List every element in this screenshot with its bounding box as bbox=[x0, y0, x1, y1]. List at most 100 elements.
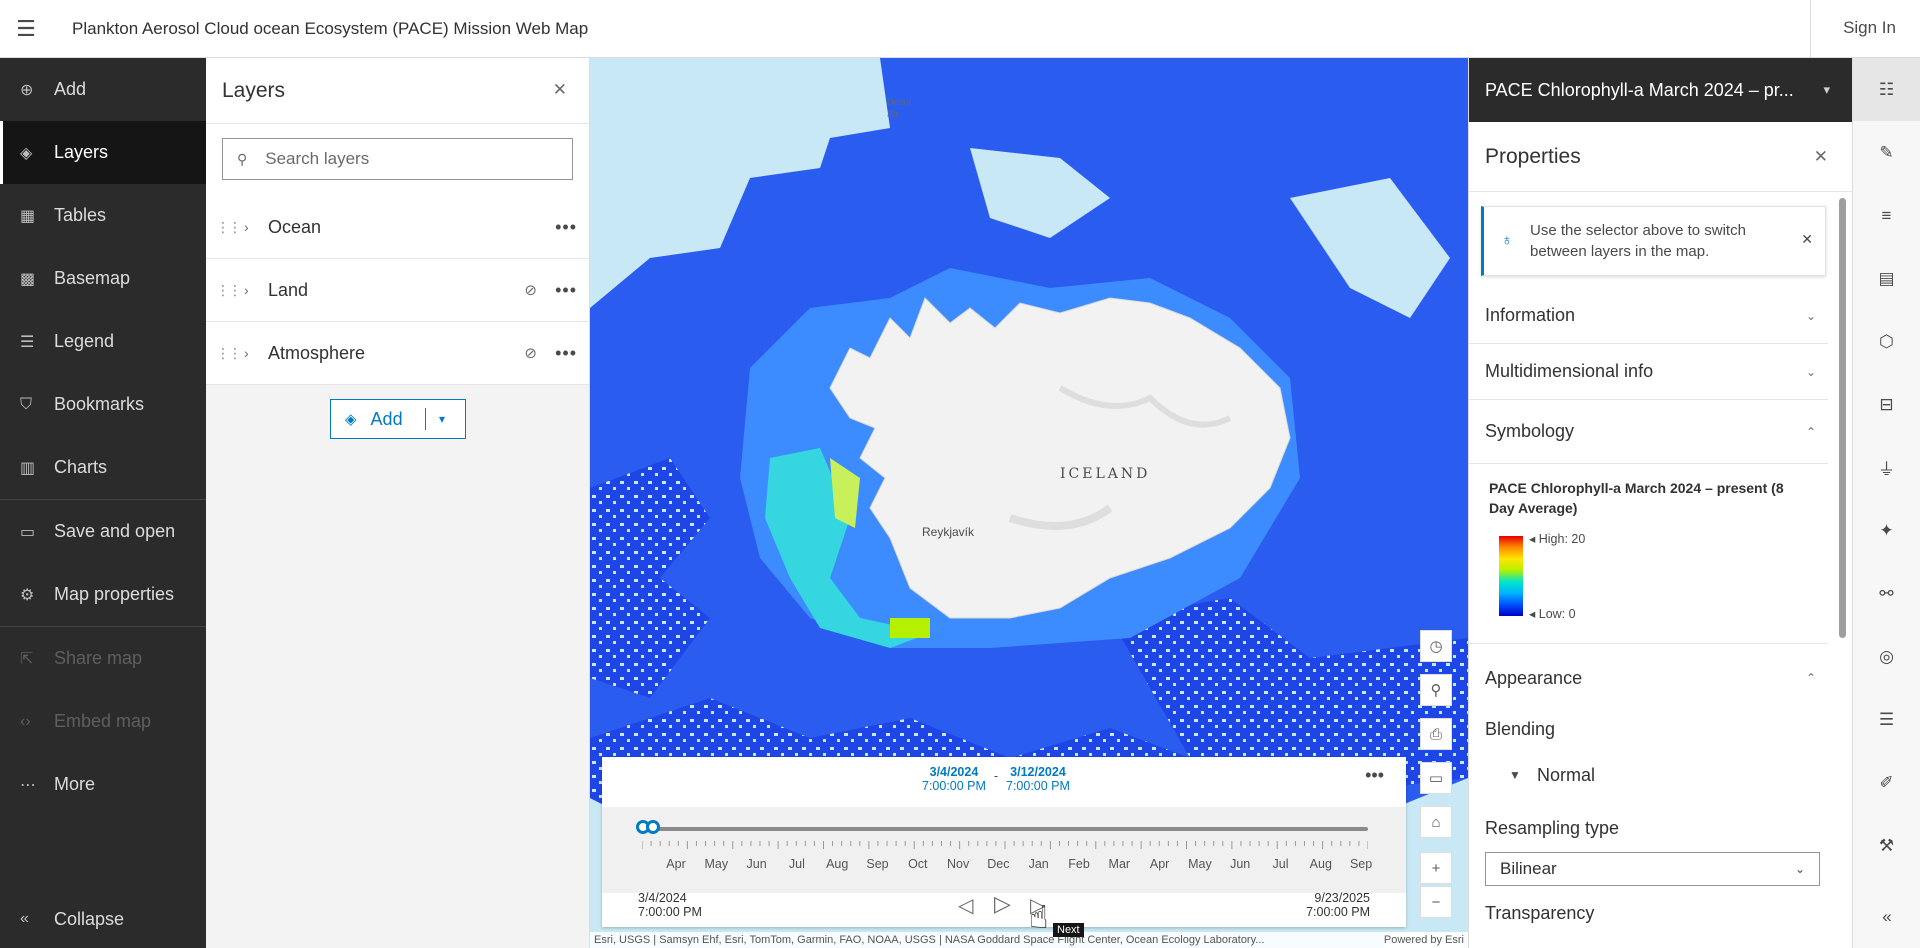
nav-charts[interactable]: ▥ Charts bbox=[0, 436, 206, 499]
blending-label: Blending bbox=[1485, 718, 1556, 739]
share-icon: ⇱ bbox=[20, 650, 34, 668]
properties-icon[interactable]: ☷ bbox=[1853, 58, 1920, 121]
fields-icon[interactable]: ≡ bbox=[1853, 184, 1920, 247]
clock-icon[interactable]: ◷ bbox=[1420, 630, 1452, 662]
chevron-down-icon[interactable]: ▾ bbox=[1823, 82, 1830, 98]
drag-handle-icon[interactable]: ⋮⋮ bbox=[216, 282, 242, 299]
min-date: 3/4/2024 7:00:00 PM bbox=[638, 891, 702, 919]
section-information[interactable]: Information ⌄ bbox=[1469, 288, 1828, 344]
filter-icon[interactable]: ⏚ bbox=[1853, 436, 1920, 499]
symbology-legend[interactable]: PACE Chlorophyll-a March 2024 – present … bbox=[1469, 464, 1828, 644]
month-label: Feb bbox=[1068, 857, 1090, 871]
nav-more[interactable]: ⋯ More bbox=[0, 753, 206, 816]
header-divider bbox=[1810, 0, 1811, 58]
ellipsis-icon[interactable]: ••• bbox=[555, 280, 577, 301]
3d-icon[interactable]: ⬡ bbox=[1853, 310, 1920, 373]
resampling-label: Resampling type bbox=[1485, 817, 1620, 838]
drag-handle-icon[interactable]: ⋮⋮ bbox=[216, 219, 242, 236]
print-icon[interactable]: ⎙ bbox=[1420, 718, 1452, 750]
nav-add[interactable]: ⊕ Add bbox=[0, 58, 206, 121]
styles-icon[interactable]: ✎ bbox=[1853, 121, 1920, 184]
chevron-right-icon[interactable]: › bbox=[244, 345, 264, 361]
ellipsis-icon[interactable]: ••• bbox=[555, 343, 577, 364]
nav-legend[interactable]: ☰ Legend bbox=[0, 310, 206, 373]
chevron-right-icon[interactable]: › bbox=[244, 219, 264, 235]
month-label: Sep bbox=[866, 857, 889, 871]
slider-end-thumb[interactable] bbox=[646, 820, 660, 834]
properties-title: Properties bbox=[1485, 144, 1581, 168]
previous-icon[interactable]: ◁ bbox=[958, 893, 973, 918]
layer-selector[interactable]: PACE Chlorophyll-a March 2024 – pr... ▾ bbox=[1469, 58, 1852, 122]
slider-band bbox=[602, 807, 1406, 893]
nav-label: Add bbox=[54, 79, 87, 99]
current-end-date: 3/12/2024 bbox=[1010, 765, 1066, 779]
transparency-label: Transparency bbox=[1485, 902, 1595, 923]
zoom-out-button[interactable]: − bbox=[1420, 886, 1452, 918]
home-icon[interactable]: ⌂ bbox=[1420, 806, 1452, 838]
pop-up-icon[interactable]: ▤ bbox=[1853, 247, 1920, 310]
right-toolbar: ☷ ✎ ≡ ▤ ⬡ ⊟ ⏚ ✦ ⚯ ◎ ☰ ✐ ⚒ « bbox=[1852, 58, 1920, 948]
chevron-right-icon[interactable]: › bbox=[244, 282, 264, 298]
ellipsis-icon[interactable]: ••• bbox=[555, 217, 577, 238]
zoom-in-button[interactable]: + bbox=[1420, 852, 1452, 884]
search-icon[interactable]: ⚲ bbox=[1420, 674, 1452, 706]
sign-in-button[interactable]: Sign In bbox=[1843, 18, 1896, 38]
time-slider: 3/4/2024 7:00:00 PM - 3/12/2024 7:00:00 … bbox=[602, 757, 1406, 927]
collapse-label: Collapse bbox=[54, 908, 125, 929]
screen-icon[interactable]: ▭ bbox=[1420, 762, 1452, 794]
month-label: Apr bbox=[1149, 857, 1170, 871]
add-layer-button[interactable]: ◈ Add ▾ bbox=[330, 399, 466, 439]
nav-tables[interactable]: ▦ Tables bbox=[0, 184, 206, 247]
processing-icon[interactable]: ⚯ bbox=[1853, 562, 1920, 625]
nav-map-properties[interactable]: ⚙ Map properties bbox=[0, 563, 206, 626]
effects-icon[interactable]: ✦ bbox=[1853, 499, 1920, 562]
eye-off-icon[interactable]: ⊘ bbox=[524, 281, 537, 299]
code-icon: ‹› bbox=[20, 712, 31, 730]
tasks-icon[interactable]: ☰ bbox=[1853, 688, 1920, 751]
section-label: Symbology bbox=[1485, 421, 1575, 441]
nav-basemap[interactable]: ▩ Basemap bbox=[0, 247, 206, 310]
blending-dropdown[interactable]: ▼ Normal bbox=[1469, 746, 1852, 804]
labels-icon[interactable]: ⊟ bbox=[1853, 373, 1920, 436]
chevron-down-icon[interactable]: ▾ bbox=[439, 412, 445, 426]
close-icon[interactable]: ✕ bbox=[553, 80, 567, 100]
nav-save-open[interactable]: ▭ Save and open bbox=[0, 500, 206, 563]
search-layers-input[interactable]: ⚲ Search layers bbox=[222, 138, 573, 180]
nav-layers[interactable]: ◈ Layers bbox=[0, 121, 206, 184]
nav-bookmarks[interactable]: ⛉ Bookmarks bbox=[0, 373, 206, 436]
layer-group-land[interactable]: ⋮⋮ › Land ⊘ ••• bbox=[206, 259, 589, 322]
drag-handle-icon[interactable]: ⋮⋮ bbox=[216, 345, 242, 362]
layer-group-atmosphere[interactable]: ⋮⋮ › Atmosphere ⊘ ••• bbox=[206, 322, 589, 385]
sketch-icon[interactable]: ✐ bbox=[1853, 751, 1920, 814]
nav-label: Map properties bbox=[54, 584, 175, 604]
section-appearance[interactable]: Appearance ⌃ bbox=[1469, 644, 1828, 712]
section-label: Information bbox=[1485, 305, 1576, 325]
wrench-icon[interactable]: ⚒ bbox=[1853, 814, 1920, 877]
play-icon[interactable]: ▷ bbox=[994, 891, 1011, 917]
eye-off-icon[interactable]: ⊘ bbox=[524, 344, 537, 362]
hamburger-icon[interactable]: ☰ bbox=[0, 0, 52, 58]
map-label-strait: Denm Str bbox=[887, 97, 912, 119]
section-symbology[interactable]: Symbology ⌃ bbox=[1469, 400, 1828, 464]
slider-track[interactable] bbox=[642, 827, 1368, 831]
close-icon[interactable]: ✕ bbox=[1801, 231, 1813, 248]
section-multidimensional[interactable]: Multidimensional info ⌄ bbox=[1469, 344, 1828, 400]
chevron-down-icon: ⌄ bbox=[1805, 364, 1816, 379]
powered-by[interactable]: Powered by Esri bbox=[1383, 932, 1464, 948]
double-chevron-left-icon[interactable]: « bbox=[1853, 885, 1920, 948]
close-icon[interactable]: ✕ bbox=[1814, 147, 1828, 167]
legend-low: ◂ Low: 0 bbox=[1529, 607, 1576, 621]
layer-group-ocean[interactable]: ⋮⋮ › Ocean ••• bbox=[206, 196, 589, 259]
nav-collapse-button[interactable]: « Collapse bbox=[0, 890, 206, 948]
tool-icon[interactable]: ◎ bbox=[1853, 625, 1920, 688]
left-nav: ⊕ Add ◈ Layers ▦ Tables ▩ Basemap ☰ Legend ⛉ B… bbox=[0, 58, 206, 948]
resampling-select[interactable]: Bilinear ⌄ bbox=[1485, 852, 1820, 886]
ellipsis-icon[interactable]: ••• bbox=[1365, 765, 1384, 786]
month-label: Dec bbox=[987, 857, 1010, 871]
properties-scrollbar[interactable] bbox=[1839, 198, 1846, 638]
nav-label: Legend bbox=[54, 331, 115, 351]
basemap-icon: ▩ bbox=[20, 270, 36, 288]
coastal-high-chl bbox=[890, 618, 930, 638]
month-label: May bbox=[1188, 857, 1212, 871]
nav-label: Bookmarks bbox=[54, 394, 145, 414]
